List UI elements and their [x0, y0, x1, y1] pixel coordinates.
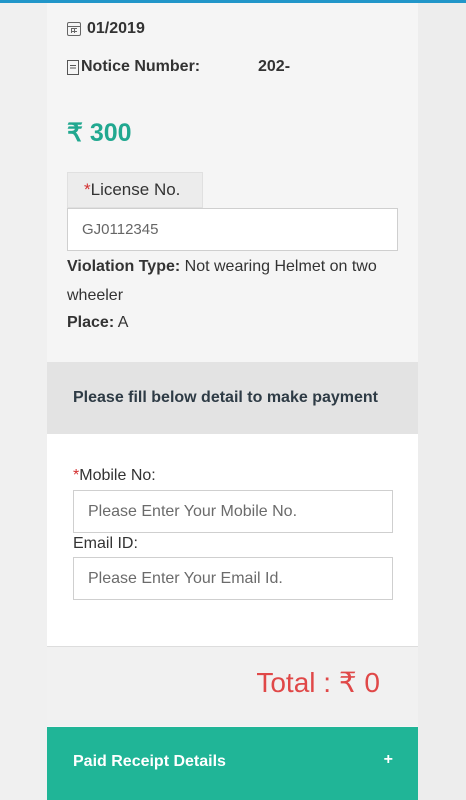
challan-date-row: 01/2019 [67, 20, 145, 38]
place: Place: A [67, 314, 128, 332]
license-number-field: GJ0112345 [67, 208, 398, 251]
mobile-number-input[interactable] [73, 490, 393, 533]
document-icon [67, 59, 79, 75]
email-input[interactable] [73, 557, 393, 600]
license-label-text: License No. [90, 180, 181, 199]
total-amount: Total : ₹ 0 [256, 667, 380, 698]
fine-amount: ₹ 300 [67, 119, 132, 147]
mobile-label-text: Mobile No: [79, 467, 156, 484]
paid-receipt-details-label: Paid Receipt Details [73, 753, 226, 770]
page-right-gutter [418, 3, 466, 800]
mobile-label: *Mobile No: [73, 467, 156, 485]
paid-receipt-details-toggle[interactable]: Paid Receipt Details + [47, 727, 418, 800]
violation-type-label: Violation Type: [67, 258, 181, 275]
violation-type: Violation Type: Not wearing Helmet on tw… [67, 252, 407, 310]
notice-number-value: 202- [258, 58, 291, 75]
place-value: A [117, 314, 129, 331]
payment-instructions-banner: Please fill below detail to make payment [47, 362, 418, 434]
place-label: Place: [67, 314, 115, 331]
calendar-icon [67, 22, 81, 36]
expand-plus-icon[interactable]: + [384, 751, 393, 769]
required-marker: * [84, 180, 91, 199]
challan-date: 01/2019 [87, 20, 145, 37]
notice-number-row: Notice Number: [67, 58, 200, 76]
license-label: *License No. [67, 172, 203, 208]
email-label: Email ID: [73, 535, 138, 552]
notice-number-label: Notice Number: [81, 58, 201, 75]
